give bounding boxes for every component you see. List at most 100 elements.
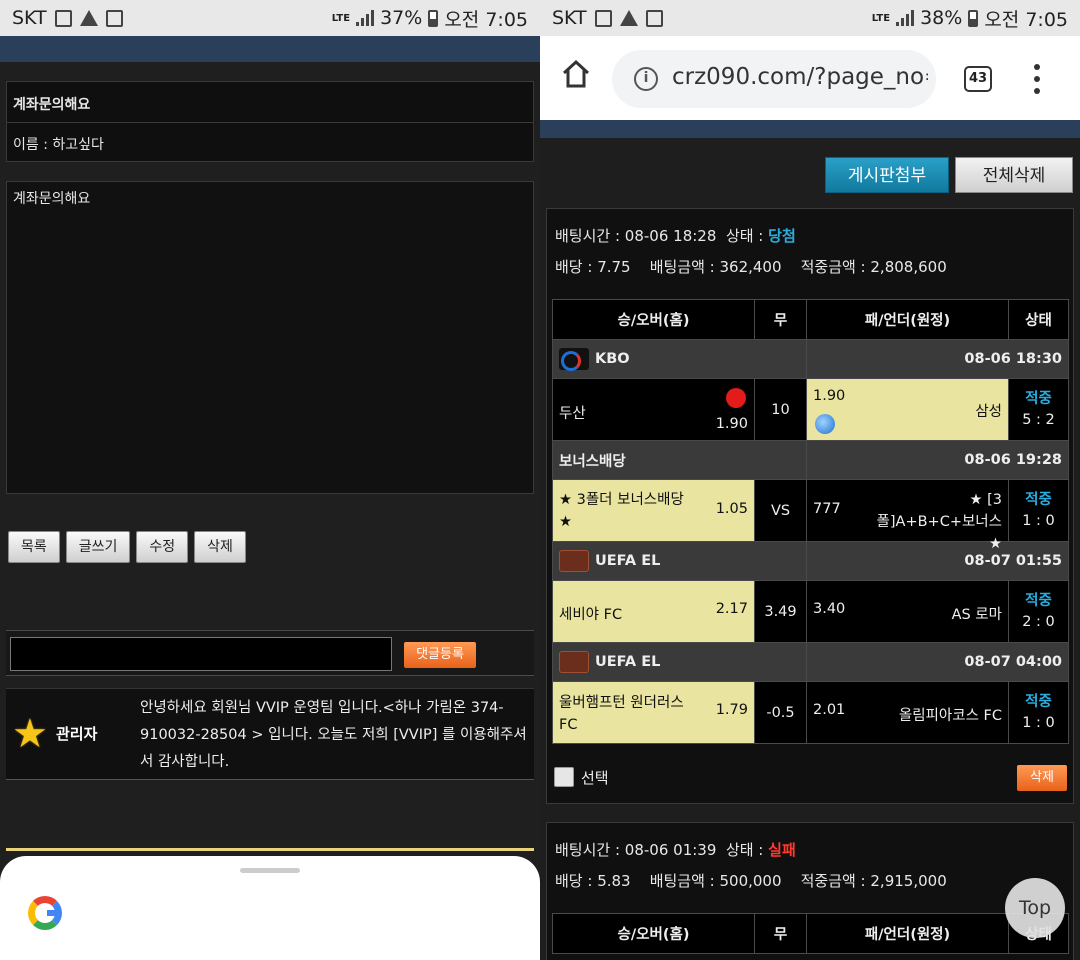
post-author: 이름 : 하고싶다	[6, 122, 534, 162]
task-icon	[645, 9, 663, 27]
comment-text: 안녕하세요 회원님 VVIP 운영팀 입니다.<하나 가림온 374-91003…	[140, 700, 527, 770]
battery-percent: 38%	[920, 7, 963, 29]
amount-value: 500,000	[719, 872, 782, 890]
home-icon[interactable]	[560, 58, 592, 90]
bet-table: 승/오버(홈) 무 패/언더(원정) 상태	[552, 913, 1069, 954]
image-icon	[594, 9, 612, 27]
edit-button[interactable]: 수정	[136, 531, 189, 563]
list-button[interactable]: 목록	[8, 531, 60, 563]
bet-time: 08-06 01:39	[624, 841, 717, 859]
game-date: 08-07 04:00	[806, 642, 1069, 682]
post-title: 계좌문의해요	[6, 81, 534, 123]
comment-input[interactable]	[10, 637, 392, 671]
win-value: 2,915,000	[870, 872, 947, 890]
col-home: 승/오버(홈)	[552, 299, 755, 340]
sheet-handle[interactable]	[240, 868, 300, 873]
amount-label: 배팅금액 :	[649, 258, 720, 276]
league-row: UEFA EL 08-07 04:00	[552, 642, 1069, 682]
battery-icon	[428, 9, 439, 27]
away-odds: 2.01	[813, 701, 846, 718]
left-screenshot: SKT LTE 37% 오전 7:05 계좌문의해요 이름 : 하고싶다 계좌문…	[0, 0, 540, 960]
state-label: 상태 :	[725, 841, 769, 859]
state-value: 실패	[768, 841, 796, 859]
score: 1 : 0	[1022, 512, 1055, 529]
home-odds: 1.79	[715, 701, 748, 718]
league-name: 보너스배당	[552, 440, 807, 480]
task-icon	[105, 9, 123, 27]
select-checkbox[interactable]	[554, 767, 574, 787]
match-row: 울버햄프턴 원더러스 FC 1.79 -0.5 2.01 올림피아코스 FC 적중 1…	[552, 681, 1069, 744]
info-icon[interactable]: i	[634, 67, 658, 91]
battery-percent: 37%	[380, 7, 423, 29]
clock: 오전 7:05	[984, 8, 1068, 31]
col-status: 상태	[1008, 299, 1069, 340]
home-odds: 2.17	[715, 600, 748, 617]
bet-slip: 배팅시간 : 08-06 01:39 상태 : 실패 배당 : 5.83 배팅금…	[546, 822, 1074, 960]
status-bar: SKT LTE 38% 오전 7:05	[540, 0, 1080, 36]
comment-submit-button[interactable]: 댓글등록	[404, 642, 476, 668]
home-odds: 1.90	[715, 415, 748, 432]
match-row: 세비야 FC 2.17 3.49 3.40 AS 로마 적중 2 : 0	[552, 580, 1069, 643]
home-odds: 1.05	[715, 500, 748, 517]
bet-meta-line2: 배당 : 5.83 배팅금액 : 500,000 적중금액 : 2,915,00…	[555, 870, 947, 891]
status-bar: SKT LTE 37% 오전 7:05	[0, 0, 540, 36]
signal-icon	[356, 10, 375, 26]
away-team: 올림피아코스 FC	[898, 707, 1002, 724]
draw-odds: 10	[754, 378, 807, 441]
divider	[6, 848, 534, 851]
delete-all-button[interactable]: 전체삭제	[955, 157, 1073, 193]
bet-meta-line1: 배팅시간 : 08-06 18:28 상태 : 당첨	[555, 225, 796, 246]
slip-delete-button[interactable]: 삭제	[1017, 765, 1067, 791]
result-label: 적중	[1025, 491, 1052, 508]
header-strip	[540, 120, 1080, 138]
odds-label: 배당 :	[555, 258, 598, 276]
home-team: 세비야 FC	[559, 606, 623, 623]
post-actions: 목록 글쓰기 수정 삭제	[8, 531, 246, 563]
col-away: 패/언더(원정)	[806, 299, 1009, 340]
away-odds: 1.90	[813, 387, 846, 404]
draw-odds: 3.49	[754, 580, 807, 643]
away-team: AS 로마	[951, 606, 1002, 623]
score: 1 : 0	[1022, 714, 1055, 731]
delete-button[interactable]: 삭제	[194, 531, 246, 563]
amount-label: 배팅금액 :	[649, 872, 720, 890]
carrier-label: SKT	[552, 7, 587, 29]
win-label: 적중금액 :	[800, 872, 871, 890]
home-team: 두산	[559, 405, 586, 422]
tab-switcher-button[interactable]: 43	[964, 66, 992, 92]
game-date: 08-06 19:28	[806, 440, 1069, 480]
signal-icon	[896, 10, 915, 26]
bet-table: 승/오버(홈) 무 패/언더(원정) 상태 KBO 08-06 18:30 두산…	[552, 299, 1069, 744]
game-date: 08-06 18:30	[806, 339, 1069, 379]
odds-label: 배당 :	[555, 872, 598, 890]
google-bottom-sheet[interactable]	[0, 856, 540, 960]
away-team: 삼성	[975, 403, 1002, 420]
star-icon: ★	[12, 711, 48, 757]
bet-time-label: 배팅시간 :	[555, 227, 625, 245]
comment-form: 댓글등록	[6, 630, 534, 676]
url-text[interactable]: crz090.com/?page_no=	[672, 64, 928, 90]
league-name: KBO	[595, 351, 630, 367]
attach-board-button[interactable]: 게시판첨부	[825, 157, 949, 193]
google-g-icon	[28, 896, 62, 930]
odds-value: 7.75	[597, 258, 631, 276]
draw-odds: -0.5	[754, 681, 807, 744]
result-label: 적중	[1025, 390, 1052, 407]
samsung-logo-icon	[815, 413, 835, 434]
scroll-top-button[interactable]: Top	[1005, 878, 1065, 938]
bet-time: 08-06 18:28	[624, 227, 717, 245]
league-row: 보너스배당 08-06 19:28	[552, 440, 1069, 480]
browser-toolbar: i crz090.com/?page_no= 43	[540, 36, 1080, 120]
more-menu-icon[interactable]	[1034, 64, 1040, 94]
col-draw: 무	[754, 299, 807, 340]
win-label: 적중금액 :	[800, 258, 871, 276]
away-team: ★ [3폴]A+B+C+보너스 ★	[876, 491, 1002, 552]
write-button[interactable]: 글쓰기	[65, 531, 131, 563]
home-team: ★ 3폴더 보너스배당 ★	[559, 491, 684, 530]
league-name: UEFA EL	[595, 654, 661, 670]
address-bar[interactable]: i crz090.com/?page_no=	[612, 50, 936, 108]
league-row: KBO 08-06 18:30	[552, 339, 1069, 379]
lte-label: LTE	[871, 12, 891, 24]
bet-meta-line2: 배당 : 7.75 배팅금액 : 362,400 적중금액 : 2,808,60…	[555, 256, 947, 277]
carrier-label: SKT	[12, 7, 47, 29]
